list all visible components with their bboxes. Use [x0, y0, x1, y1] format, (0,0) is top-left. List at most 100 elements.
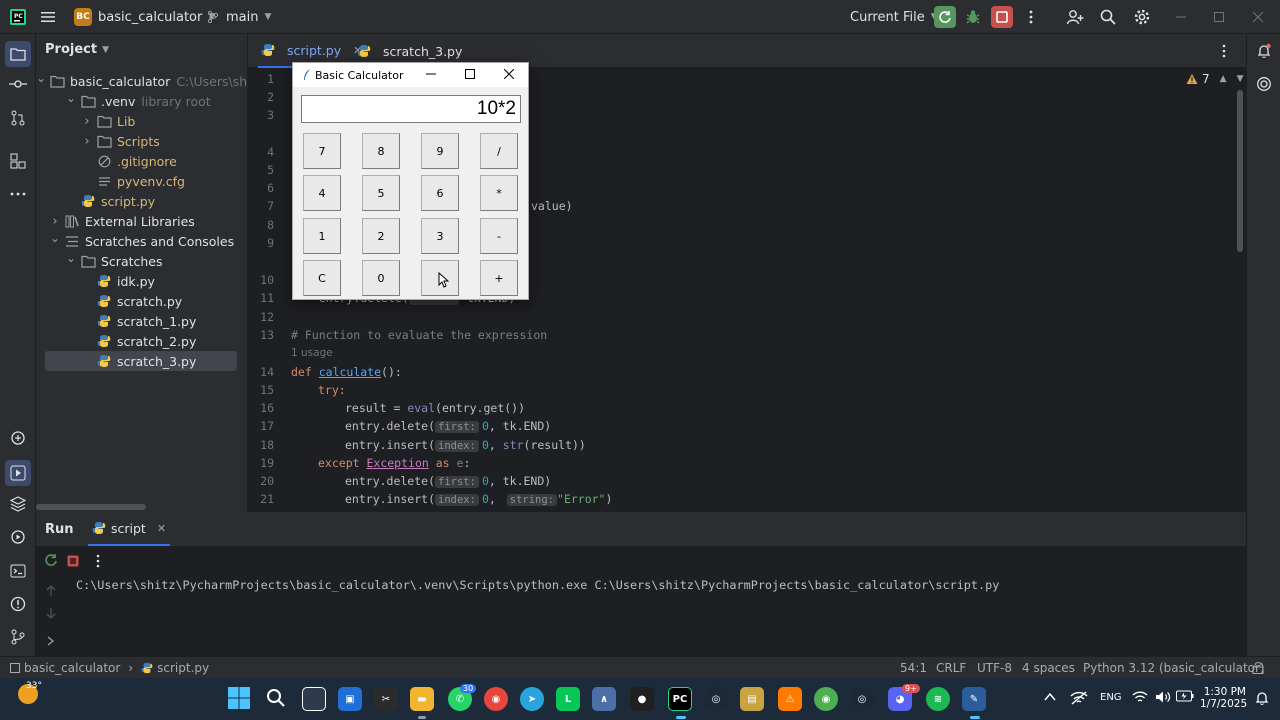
minimize-icon[interactable] [426, 69, 436, 79]
speaker-icon[interactable] [1155, 690, 1171, 704]
problems-icon[interactable] [8, 594, 28, 614]
tab-actions-icon[interactable] [1222, 34, 1226, 68]
calc-button-digit-0[interactable]: 0 [362, 260, 400, 296]
steam-icon[interactable]: ◎ [704, 687, 728, 711]
lock-icon[interactable] [1252, 657, 1264, 679]
console-output[interactable]: C:\Users\shitz\PycharmProjects\basic_cal… [76, 578, 999, 592]
usage-hint[interactable]: 1 usage [291, 347, 333, 359]
wifi-icon[interactable] [1132, 690, 1148, 704]
calc-button-digit-7[interactable]: 7 [303, 133, 341, 169]
chevron-right-icon[interactable]: › [82, 114, 92, 129]
microsoft-store-icon[interactable]: ▣ [338, 687, 362, 711]
more-actions-icon[interactable] [1024, 0, 1038, 34]
caret-position[interactable]: 54:1 [900, 657, 927, 679]
arc-browser-icon[interactable]: ∧ [592, 687, 616, 711]
terminal-icon[interactable] [8, 561, 28, 581]
calc-button-clear[interactable]: C [303, 260, 341, 296]
add-user-icon[interactable] [1066, 0, 1084, 34]
tree-item[interactable]: scratch_1.py [36, 311, 247, 331]
version-control-icon[interactable] [8, 627, 28, 647]
tree-item[interactable]: .gitignore [36, 151, 247, 171]
tree-item[interactable]: scratch.py [36, 291, 247, 311]
rerun-button[interactable] [934, 0, 956, 34]
line-app-icon[interactable]: L [556, 687, 580, 711]
tree-item[interactable]: script.py [36, 191, 247, 211]
calc-button-digit-3[interactable]: 3 [421, 218, 459, 254]
calc-button-digit-5[interactable]: 5 [362, 175, 400, 211]
line-endings[interactable]: CRLF [936, 657, 966, 679]
calc-button-multiply[interactable]: * [480, 175, 518, 211]
chrome-icon[interactable]: ◉ [484, 687, 508, 711]
structure-icon[interactable] [8, 151, 28, 171]
search-icon[interactable] [266, 688, 286, 708]
tree-item[interactable]: › Lib [36, 111, 247, 131]
calc-button-digit-4[interactable]: 4 [303, 175, 341, 211]
services-icon[interactable] [8, 527, 28, 547]
tree-item[interactable]: idk.py [36, 271, 247, 291]
capcut-icon[interactable]: ✂ [374, 687, 398, 711]
notification-center-icon[interactable] [1254, 690, 1270, 706]
indent-setting[interactable]: 4 spaces [1022, 657, 1075, 679]
calc-button-digit-9[interactable]: 9 [421, 133, 459, 169]
python-packages-icon[interactable] [8, 494, 28, 514]
run-panel-title[interactable]: Run [45, 522, 74, 537]
battery-charging-icon[interactable] [1176, 690, 1194, 702]
chevron-up-icon[interactable]: ▲ [1220, 74, 1227, 84]
chevron-right-icon[interactable] [47, 636, 55, 646]
pull-requests-icon[interactable] [8, 108, 28, 128]
tree-item[interactable]: ⌄ Scratches and Consoles [36, 231, 247, 251]
chrome-profile-icon[interactable]: ◉ [814, 687, 838, 711]
maximize-window-icon[interactable] [1213, 0, 1225, 34]
notifications-bell-icon[interactable] [1254, 41, 1274, 61]
calculator-title-bar[interactable]: Basic Calculator [293, 63, 528, 87]
chevron-right-icon[interactable]: › [50, 214, 60, 229]
branch-switcher[interactable]: main ▼ [206, 0, 271, 34]
clock[interactable]: 1:30 PM 1/7/2025 [1200, 686, 1247, 710]
pycharm-taskbar-icon[interactable]: PC [668, 687, 692, 711]
pycharm-logo-icon[interactable]: PC [10, 0, 26, 34]
calc-button-digit-8[interactable]: 8 [362, 133, 400, 169]
python-app-icon[interactable]: ✎ [962, 687, 986, 711]
settings-gear-icon[interactable] [1133, 0, 1151, 34]
calc-button-divide[interactable]: / [480, 133, 518, 169]
close-window-icon[interactable] [1252, 0, 1264, 34]
maximize-icon[interactable] [465, 69, 475, 79]
file-encoding[interactable]: UTF-8 [977, 657, 1012, 679]
close-icon[interactable] [504, 69, 514, 79]
close-tab-icon[interactable]: ✕ [157, 522, 166, 535]
chevron-right-icon[interactable]: › [82, 134, 92, 149]
calc-button-digit-6[interactable]: 6 [421, 175, 459, 211]
chevron-down-icon[interactable]: ⌄ [36, 71, 46, 85]
chevron-down-icon[interactable]: ⌄ [66, 91, 76, 105]
inspection-widget[interactable]: 7 ▲ ▼ [1186, 72, 1243, 86]
chevron-down-icon[interactable]: ⌄ [66, 251, 76, 265]
ai-assistant-icon[interactable] [1254, 74, 1274, 94]
tree-item[interactable]: pyvenv.cfg [36, 171, 247, 191]
stop-button[interactable] [991, 0, 1013, 34]
debug-button[interactable] [964, 0, 982, 34]
file-manager-icon[interactable]: ▤ [740, 687, 764, 711]
calc-button-subtract[interactable]: - [480, 218, 518, 254]
calculator-display[interactable]: 10*2 [301, 95, 521, 123]
scroll-up-arrow-icon[interactable] [46, 585, 56, 597]
spotify-icon[interactable]: ≋ [926, 687, 950, 711]
main-menu-icon[interactable] [40, 0, 56, 34]
tree-item[interactable]: ⌄ basic_calculator C:\Users\shitz [36, 71, 247, 91]
commit-icon[interactable] [8, 74, 28, 94]
calc-button-digit-1[interactable]: 1 [303, 218, 341, 254]
windows-start-icon[interactable] [228, 687, 250, 709]
horizontal-scrollbar[interactable] [36, 504, 146, 510]
task-view-icon[interactable] [302, 687, 326, 711]
tree-item[interactable]: scratch_3.py [45, 351, 237, 371]
rerun-icon[interactable] [44, 553, 58, 567]
tree-item[interactable]: › Scripts [36, 131, 247, 151]
more-tools-icon[interactable] [8, 184, 28, 204]
file-explorer-icon[interactable]: ▬ [410, 687, 434, 711]
search-icon[interactable] [1100, 0, 1116, 34]
github-icon[interactable]: ● [630, 687, 654, 711]
show-hidden-icons-chevron-icon[interactable] [1044, 692, 1056, 702]
scroll-down-arrow-icon[interactable] [46, 607, 56, 619]
network-offline-icon[interactable] [1070, 690, 1088, 706]
tree-item[interactable]: scratch_2.py [36, 331, 247, 351]
breadcrumb-file[interactable]: script.py [157, 661, 209, 675]
